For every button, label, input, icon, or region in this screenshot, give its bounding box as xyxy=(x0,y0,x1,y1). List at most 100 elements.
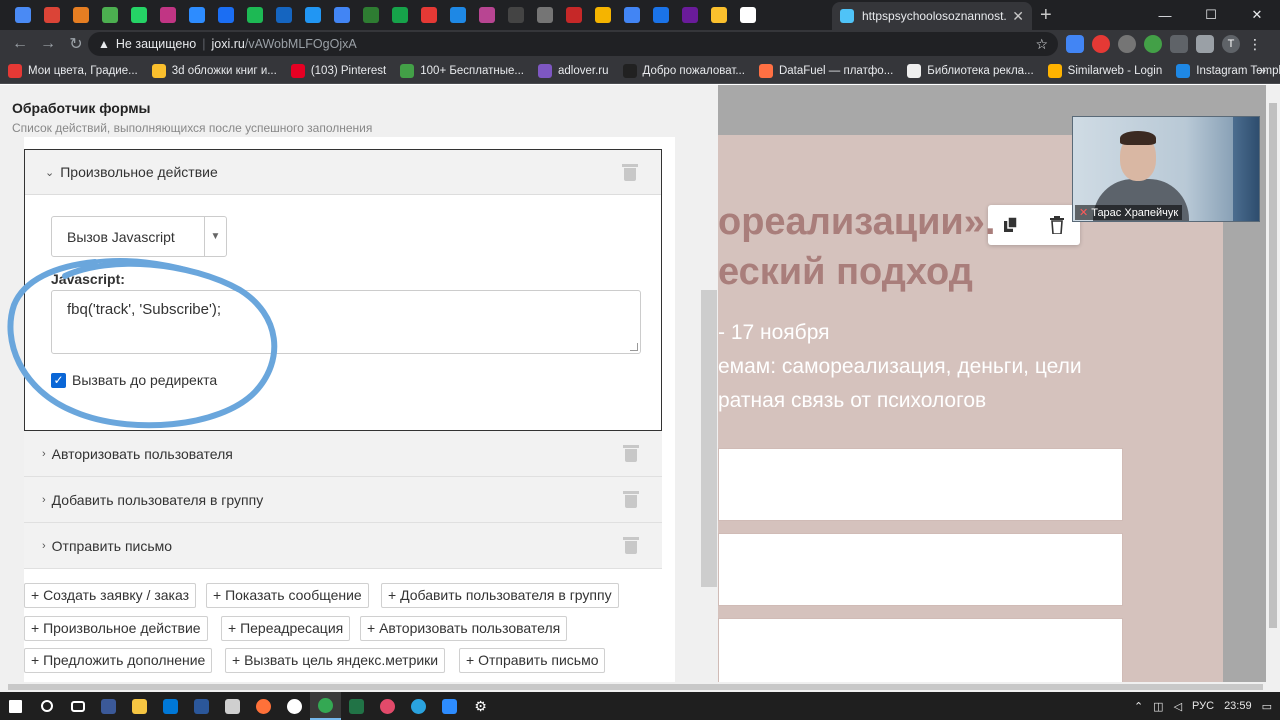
windows-start-icon[interactable] xyxy=(0,692,31,720)
site-form-field[interactable] xyxy=(718,533,1123,606)
pinned-tab-favicon-icon[interactable] xyxy=(414,0,443,30)
extension-icon[interactable] xyxy=(1118,35,1136,53)
tab-close-icon[interactable]: ✕ xyxy=(1012,8,1024,25)
close-window-icon[interactable]: ✕ xyxy=(1234,0,1280,30)
bookmarks-overflow-icon[interactable]: » xyxy=(1259,63,1266,77)
bookmark-item[interactable]: DataFuel — платфо... xyxy=(758,63,893,78)
volume-icon[interactable]: ◁ xyxy=(1174,700,1182,713)
yandex-browser-icon[interactable] xyxy=(279,692,310,720)
bookmark-item[interactable]: Добро пожаловат... xyxy=(622,63,745,78)
zoom-icon[interactable] xyxy=(434,692,465,720)
extension-icon[interactable] xyxy=(1092,35,1110,53)
action-header[interactable]: ⌄ Произвольное действие xyxy=(25,150,661,195)
page-horizontal-scrollbar[interactable] xyxy=(0,682,1280,692)
menu-kebab-icon[interactable]: ⋮ xyxy=(1248,36,1262,53)
pinned-tab-favicon-icon[interactable] xyxy=(733,0,762,30)
trash-icon[interactable] xyxy=(623,491,639,508)
add-action-button[interactable]: + Вызвать цель яндекс.метрики xyxy=(225,648,446,673)
bookmark-item[interactable]: 100+ Бесплатные... xyxy=(400,63,524,78)
address-bar[interactable]: ▲ Не защищено | joxi.ru /vAWobMLFOgOjxA … xyxy=(88,32,1058,56)
forward-arrow-icon[interactable]: → xyxy=(34,35,62,53)
collapsed-action-row[interactable]: › Отправить письмо xyxy=(24,523,662,569)
pinned-tab-favicon-icon[interactable] xyxy=(37,0,66,30)
pinned-tab-favicon-icon[interactable] xyxy=(298,0,327,30)
resize-handle-icon[interactable] xyxy=(630,343,638,351)
horizontal-scrollbar-thumb[interactable] xyxy=(8,684,1263,690)
pinned-tab-favicon-icon[interactable] xyxy=(704,0,733,30)
app-icon[interactable] xyxy=(93,692,124,720)
collapsed-action-row[interactable]: › Авторизовать пользователя xyxy=(24,431,662,477)
bookmark-item[interactable]: Similarweb - Login xyxy=(1047,63,1162,78)
excel-icon[interactable] xyxy=(341,692,372,720)
tray-chevron-icon[interactable]: ⌃ xyxy=(1134,700,1143,713)
task-view-icon[interactable] xyxy=(62,692,93,720)
telegram-icon[interactable] xyxy=(403,692,434,720)
add-action-button[interactable]: + Показать сообщение xyxy=(206,583,369,608)
profile-avatar[interactable]: T xyxy=(1222,35,1240,53)
site-form-field[interactable] xyxy=(718,448,1123,521)
pinned-tab-favicon-icon[interactable] xyxy=(182,0,211,30)
bookmark-item[interactable]: Мои цвета, Градие... xyxy=(8,63,138,78)
add-action-button[interactable]: + Добавить пользователя в группу xyxy=(381,583,619,608)
chrome-icon[interactable] xyxy=(310,692,341,720)
language-indicator[interactable]: РУС xyxy=(1192,700,1214,712)
search-icon[interactable] xyxy=(31,692,62,720)
preview-scrollbar-thumb[interactable] xyxy=(1269,103,1277,628)
puzzle-icon[interactable] xyxy=(1196,35,1214,53)
pinned-tab-favicon-icon[interactable] xyxy=(124,0,153,30)
preview-scrollbar[interactable] xyxy=(1266,85,1280,682)
javascript-textarea[interactable]: fbq('track', 'Subscribe'); xyxy=(51,290,641,354)
add-action-button[interactable]: + Предложить дополнение xyxy=(24,648,213,673)
network-icon[interactable]: ◫ xyxy=(1153,700,1163,713)
add-action-button[interactable]: + Произвольное действие xyxy=(24,616,208,641)
add-action-button[interactable]: + Переадресация xyxy=(221,616,351,641)
minimize-icon[interactable]: — xyxy=(1142,0,1188,30)
file-explorer-icon[interactable] xyxy=(124,692,155,720)
reload-icon[interactable]: ↻ xyxy=(62,34,90,54)
pinned-tab-favicon-icon[interactable] xyxy=(211,0,240,30)
bookmark-item[interactable]: adlover.ru xyxy=(538,63,609,78)
firefox-icon[interactable] xyxy=(248,692,279,720)
settings-gear-icon[interactable]: ⚙ xyxy=(465,692,496,720)
checkbox-label[interactable]: Вызвать до редиректа xyxy=(72,372,217,388)
pinned-tab-favicon-icon[interactable] xyxy=(617,0,646,30)
store-icon[interactable] xyxy=(217,692,248,720)
pinned-tab-favicon-icon[interactable] xyxy=(385,0,414,30)
pinned-tab-favicon-icon[interactable] xyxy=(95,0,124,30)
bookmark-item[interactable]: Библиотека рекла... xyxy=(907,63,1034,78)
bookmark-item[interactable]: (103) Pinterest xyxy=(290,63,386,78)
pinned-tab-favicon-icon[interactable] xyxy=(443,0,472,30)
devtools-extension-icon[interactable] xyxy=(1170,35,1188,53)
translate-extension-icon[interactable] xyxy=(1066,35,1084,53)
back-arrow-icon[interactable]: ← xyxy=(6,35,34,53)
panel-scrollbar-thumb[interactable] xyxy=(701,290,717,587)
new-tab-button[interactable]: + xyxy=(1040,4,1052,27)
app-icon[interactable] xyxy=(155,692,186,720)
pinned-tab-favicon-icon[interactable] xyxy=(501,0,530,30)
pinned-tab-favicon-icon[interactable] xyxy=(559,0,588,30)
bookmark-star-icon[interactable]: ☆ xyxy=(1035,36,1048,53)
pinned-tab-favicon-icon[interactable] xyxy=(530,0,559,30)
action-type-select[interactable]: Вызов Javascript ▼ xyxy=(51,216,227,257)
pinned-tab-favicon-icon[interactable] xyxy=(240,0,269,30)
trash-icon[interactable] xyxy=(622,163,638,181)
pinned-tab-favicon-icon[interactable] xyxy=(588,0,617,30)
add-action-button[interactable]: + Отправить письмо xyxy=(459,648,606,673)
trash-icon[interactable] xyxy=(623,445,639,462)
add-action-button[interactable]: + Авторизовать пользователя xyxy=(360,616,568,641)
pinned-tab-favicon-icon[interactable] xyxy=(675,0,704,30)
pinned-tab-favicon-icon[interactable] xyxy=(327,0,356,30)
notifications-icon[interactable]: ▭ xyxy=(1262,700,1272,713)
pinned-tab-favicon-icon[interactable] xyxy=(356,0,385,30)
clock[interactable]: 23:59 xyxy=(1224,700,1252,712)
pinned-tab-favicon-icon[interactable] xyxy=(153,0,182,30)
checkbox-checked-icon[interactable]: ✓ xyxy=(51,372,66,388)
pinned-tab-favicon-icon[interactable] xyxy=(66,0,95,30)
video-call-thumbnail[interactable]: ✕ Тарас Храпейчук xyxy=(1072,116,1260,222)
app-icon[interactable] xyxy=(372,692,403,720)
add-action-button[interactable]: + Создать заявку / заказ xyxy=(24,583,197,608)
pinned-tab-favicon-icon[interactable] xyxy=(646,0,675,30)
extension-icon[interactable] xyxy=(1144,35,1162,53)
pinned-tab-favicon-icon[interactable] xyxy=(472,0,501,30)
trash-icon[interactable] xyxy=(623,537,639,554)
